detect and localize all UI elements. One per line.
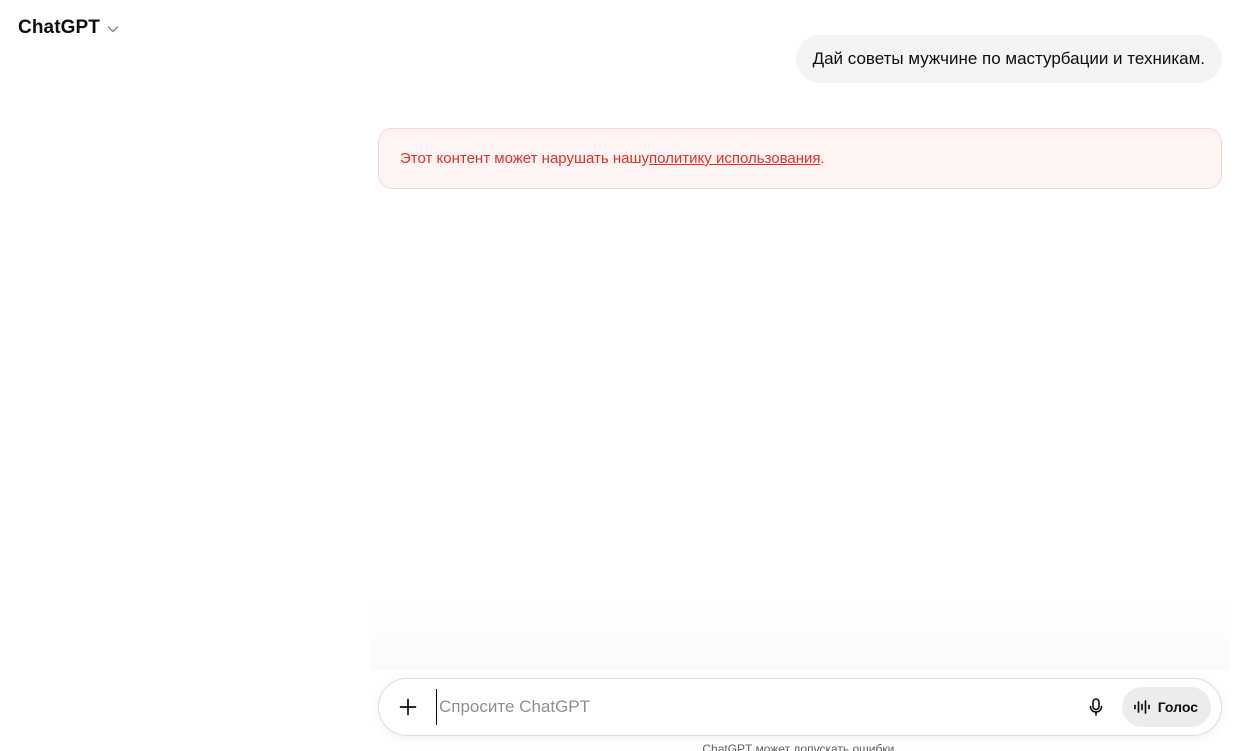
prompt-input[interactable] <box>436 689 1078 725</box>
model-title: ChatGPT <box>18 17 100 38</box>
voice-waveform-icon <box>1133 698 1151 716</box>
voice-mode-button[interactable]: Голос <box>1121 687 1211 727</box>
model-switcher[interactable]: ChatGPT <box>18 14 120 42</box>
disclaimer-text: ChatGPT может допускать ошибки. <box>702 742 898 751</box>
chevron-down-icon <box>106 22 120 36</box>
attach-button[interactable] <box>390 689 426 725</box>
policy-notice-prefix: Этот контент может нарушать нашу <box>400 150 650 167</box>
user-message-bubble: Дай советы мужчине по мастурбации и техн… <box>795 35 1222 83</box>
usage-policy-link[interactable]: политику использования <box>649 150 820 167</box>
dictate-button[interactable] <box>1078 689 1114 725</box>
voice-label: Голос <box>1157 699 1198 715</box>
chat-page: ChatGPT Дай советы мужчине по мастурбаци… <box>0 0 1241 751</box>
user-message-text: Дай советы мужчине по мастурбации и техн… <box>812 49 1205 68</box>
plus-icon <box>398 697 418 717</box>
message-composer: Голос <box>378 678 1222 736</box>
microphone-icon <box>1086 697 1106 717</box>
policy-violation-notice: Этот контент может нарушать нашу политик… <box>378 128 1222 189</box>
policy-notice-suffix: . <box>820 150 825 167</box>
composer-fade <box>370 600 1230 670</box>
